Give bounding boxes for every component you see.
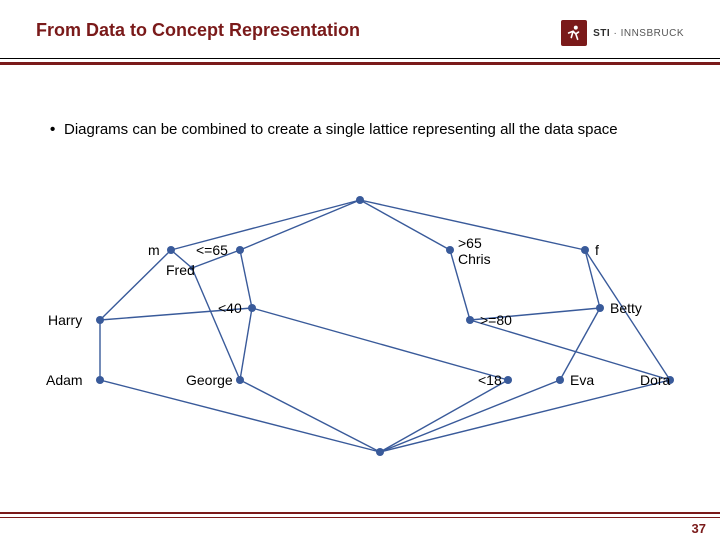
brand-text: STI · INNSBRUCK (593, 28, 684, 39)
node-label-george: George (186, 372, 233, 388)
lattice-edge (240, 380, 380, 452)
node-label-gt65-2: Chris (458, 251, 491, 267)
footer-rule-thin (0, 517, 720, 518)
node-label-m: m (148, 242, 160, 258)
bullet-marker: • (50, 120, 64, 140)
brand-logo: STI · INNSBRUCK (561, 20, 684, 46)
lattice-node-george (236, 376, 244, 384)
lattice-edge (240, 308, 252, 380)
lattice-node-m (167, 246, 175, 254)
lattice-edge (380, 380, 560, 452)
node-label-fred: Fred (166, 262, 195, 278)
header-rule-thick (0, 62, 720, 65)
node-label-dora: Dora (640, 372, 670, 388)
lattice-edge (100, 250, 171, 320)
lattice-edge (560, 308, 600, 380)
node-label-adam: Adam (46, 372, 83, 388)
lattice-edge (585, 250, 600, 308)
lattice-edge (100, 380, 380, 452)
node-label-ge80: >=80 (480, 312, 512, 328)
lattice-edge (240, 200, 360, 250)
running-figure-icon (561, 20, 587, 46)
header-rule-thin (0, 58, 720, 59)
lattice-edge (192, 268, 240, 380)
lattice-node-betty (596, 304, 604, 312)
lattice-node-gt65 (446, 246, 454, 254)
page-number: 37 (692, 521, 706, 536)
node-label-eva: Eva (570, 372, 594, 388)
lattice-node-top (356, 196, 364, 204)
node-label-le65: <=65 (196, 242, 228, 258)
lattice-node-f (581, 246, 589, 254)
node-label-harry: Harry (48, 312, 82, 328)
lattice-node-le65 (236, 246, 244, 254)
node-label-gt65: >65 (458, 235, 482, 251)
lattice-diagram: m <=65 >65Chris f Fred <40 >=80 Betty Harry Adam G… (40, 180, 680, 470)
lattice-node-bottom (376, 448, 384, 456)
bullet-text: Diagrams can be combined to create a sin… (64, 120, 618, 140)
lattice-edge (380, 380, 508, 452)
lattice-node-lt40 (248, 304, 256, 312)
node-label-lt40: <40 (218, 300, 242, 316)
node-label-betty: Betty (610, 300, 642, 316)
lattice-node-lt18 (504, 376, 512, 384)
lattice-node-ge80 (466, 316, 474, 324)
lattice-node-harry (96, 316, 104, 324)
footer-rule-thick (0, 512, 720, 514)
lattice-node-adam (96, 376, 104, 384)
lattice-node-eva (556, 376, 564, 384)
node-label-f: f (595, 242, 599, 258)
body-bullet: • Diagrams can be combined to create a s… (50, 120, 680, 140)
lattice-edge (470, 320, 670, 380)
lattice-edge (380, 380, 670, 452)
node-label-lt18: <18 (478, 372, 502, 388)
lattice-edge (360, 200, 450, 250)
